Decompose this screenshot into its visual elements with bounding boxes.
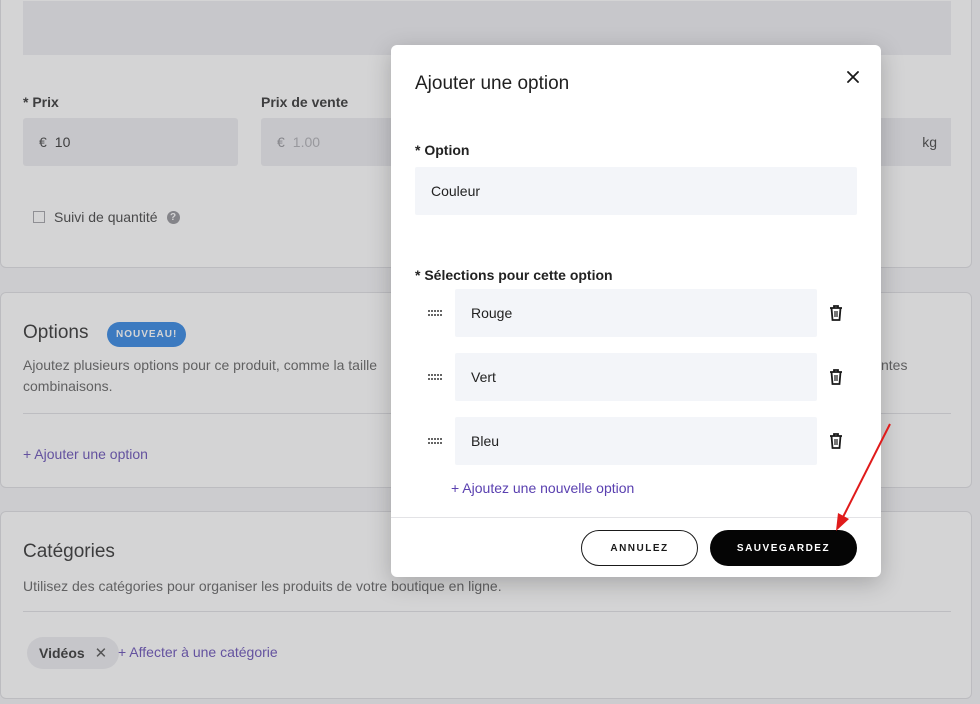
- modal-title: Ajouter une option: [415, 73, 570, 94]
- selection-input-2[interactable]: [455, 353, 817, 401]
- selections-label: * Sélections pour cette option: [415, 267, 613, 283]
- drag-handle-icon[interactable]: [427, 310, 443, 316]
- option-name-input[interactable]: [415, 167, 857, 215]
- save-button[interactable]: SAUVEGARDEZ: [710, 530, 857, 566]
- add-selection-link[interactable]: + Ajoutez une nouvelle option: [451, 480, 634, 496]
- close-icon: [847, 71, 859, 83]
- trash-icon[interactable]: [828, 432, 844, 450]
- add-option-modal: Ajouter une option * Option * Sélections…: [391, 45, 881, 577]
- cancel-button[interactable]: ANNULEZ: [581, 530, 698, 566]
- drag-handle-icon[interactable]: [427, 374, 443, 380]
- trash-icon[interactable]: [828, 368, 844, 386]
- close-button[interactable]: [843, 67, 863, 87]
- drag-handle-icon[interactable]: [427, 438, 443, 444]
- modal-footer-divider: [391, 517, 881, 518]
- selection-input-1[interactable]: [455, 289, 817, 337]
- selection-input-3[interactable]: [455, 417, 817, 465]
- option-label: * Option: [415, 142, 470, 158]
- trash-icon[interactable]: [828, 304, 844, 322]
